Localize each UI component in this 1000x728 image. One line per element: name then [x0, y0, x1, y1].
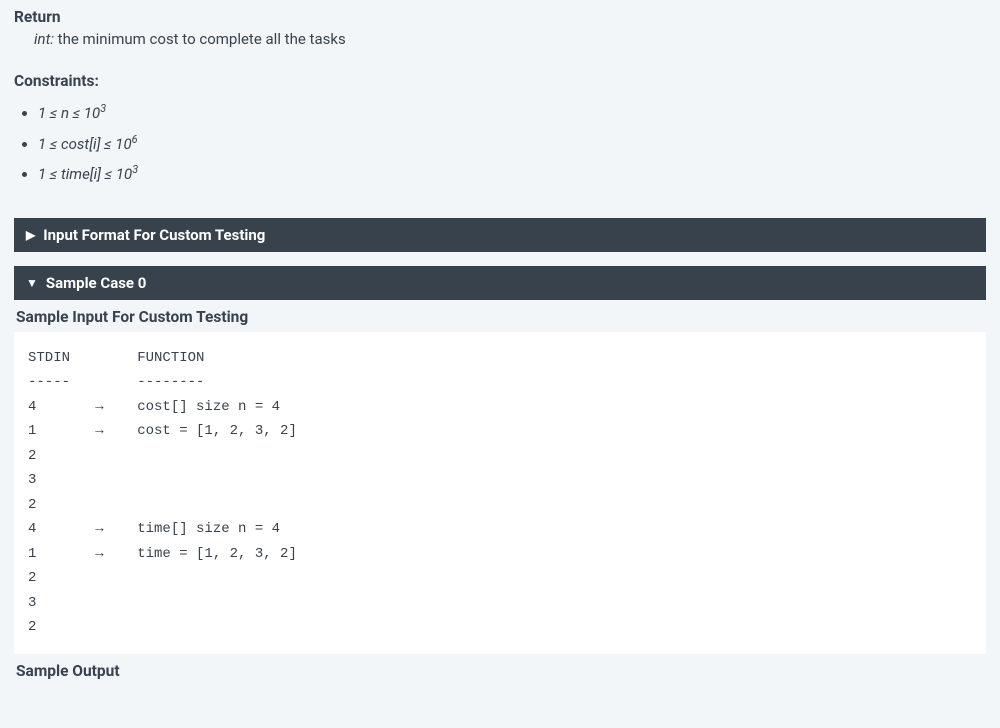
return-description: int: the minimum cost to complete all th…	[34, 30, 986, 48]
input-format-panel[interactable]: ▶ Input Format For Custom Testing	[14, 218, 986, 252]
constraint-item: 1 ≤ cost[i] ≤ 106	[38, 131, 986, 158]
chevron-right-icon: ▶	[26, 229, 35, 241]
sample-input-code: STDIN FUNCTION ----- -------- 4 → cost[]…	[14, 332, 986, 654]
constraints-list: 1 ≤ n ≤ 103 1 ≤ cost[i] ≤ 106 1 ≤ time[i…	[38, 100, 986, 188]
sample-output-heading: Sample Output	[14, 654, 986, 686]
sample-case-0-label: Sample Case 0	[46, 274, 146, 292]
return-heading: Return	[14, 8, 986, 26]
return-text: the minimum cost to complete all the tas…	[54, 30, 346, 48]
constraint-item: 1 ≤ time[i] ≤ 103	[38, 161, 986, 188]
sample-input-heading: Sample Input For Custom Testing	[14, 300, 986, 332]
chevron-down-icon: ▼	[26, 277, 38, 289]
constraint-item: 1 ≤ n ≤ 103	[38, 100, 986, 127]
sample-case-0-panel[interactable]: ▼ Sample Case 0	[14, 266, 986, 300]
input-format-label: Input Format For Custom Testing	[43, 226, 265, 244]
constraints-heading: Constraints:	[14, 72, 986, 90]
return-type: int:	[34, 30, 54, 48]
